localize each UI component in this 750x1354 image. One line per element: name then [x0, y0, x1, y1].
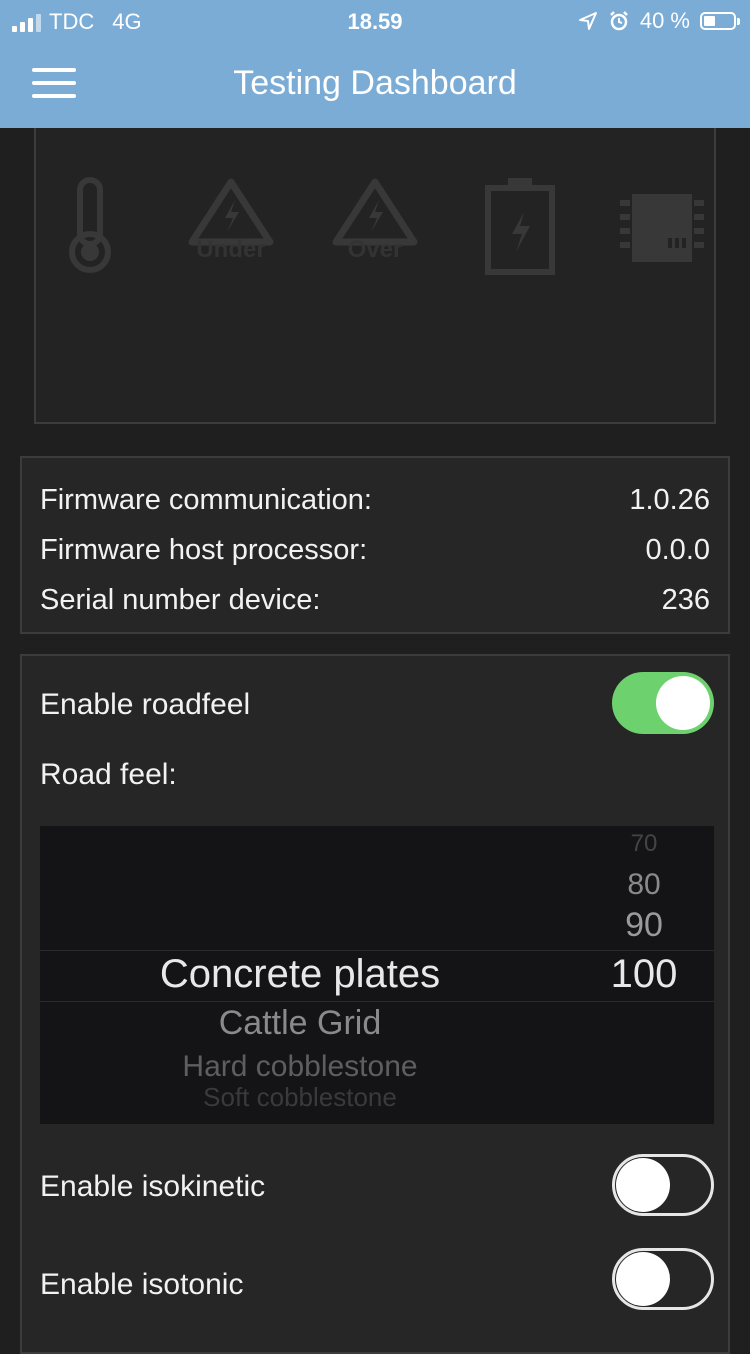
picker-item-intensity[interactable]: 70 [600, 830, 688, 858]
thermometer-icon [69, 177, 111, 273]
location-icon [578, 12, 597, 30]
toggle-knob [656, 676, 710, 730]
alarm-indicators-panel: Under Over [34, 100, 716, 424]
battery-fill [704, 16, 716, 26]
enable-roadfeel-toggle[interactable] [612, 672, 714, 734]
alarm-clock-icon [609, 11, 628, 31]
alarm-label-under: Under [196, 236, 266, 263]
enable-isokinetic-label: Enable isokinetic [40, 1170, 266, 1203]
info-value: 236 [661, 583, 710, 616]
firmware-info-panel: Firmware communication: 1.0.26 Firmware … [20, 456, 730, 634]
picker-item-intensity[interactable]: 80 [600, 868, 688, 902]
battery-percent: 40 % [639, 8, 690, 33]
enable-isotonic-toggle[interactable] [612, 1248, 714, 1310]
toggle-knob [616, 1158, 670, 1212]
picker-item-intensity[interactable]: 100 [600, 952, 688, 997]
status-bar: TDC 4G 18.59 40 % [0, 0, 750, 42]
battery-icon [700, 12, 740, 30]
page-title: Testing Dashboard [233, 64, 517, 102]
chip-icon [620, 194, 704, 262]
info-value: 0.0.0 [645, 533, 711, 566]
status-right: 40 % [578, 8, 740, 34]
battery-icon [485, 178, 555, 275]
enable-roadfeel-label: Enable roadfeel [40, 688, 251, 721]
info-row-firmware-host-processor: Firmware host processor: 0.0.0 [40, 530, 710, 570]
picker-item-road[interactable]: Soft cobblestone [40, 1082, 560, 1113]
picker-item-road[interactable]: Hard cobblestone [40, 1050, 560, 1084]
settings-panel: Enable roadfeel Road feel: Concrete plat… [20, 654, 730, 1354]
enable-isotonic-label: Enable isotonic [40, 1268, 244, 1301]
enable-isokinetic-toggle[interactable] [612, 1154, 714, 1216]
alarm-icons-row: Under Over [36, 176, 718, 286]
picker-item-road[interactable]: Cattle Grid [40, 1004, 560, 1043]
road-feel-picker[interactable]: Concrete plates Cattle Grid Hard cobbles… [40, 826, 714, 1124]
picker-item-road[interactable]: Concrete plates [40, 952, 560, 997]
info-label: Serial number device: [40, 583, 321, 616]
info-value: 1.0.26 [629, 483, 710, 516]
toggle-knob [616, 1252, 670, 1306]
alarm-label-over: Over [347, 236, 403, 263]
alarm-undervoltage: Under [186, 176, 276, 276]
picker-item-intensity[interactable]: 90 [600, 906, 688, 945]
info-row-serial-number: Serial number device: 236 [40, 580, 710, 620]
alarm-overvoltage: Over [330, 176, 420, 276]
info-row-firmware-communication: Firmware communication: 1.0.26 [40, 480, 710, 520]
nav-bar: Testing Dashboard [0, 42, 750, 128]
road-feel-label: Road feel: [40, 758, 177, 791]
info-label: Firmware communication: [40, 483, 372, 516]
info-label: Firmware host processor: [40, 533, 368, 566]
